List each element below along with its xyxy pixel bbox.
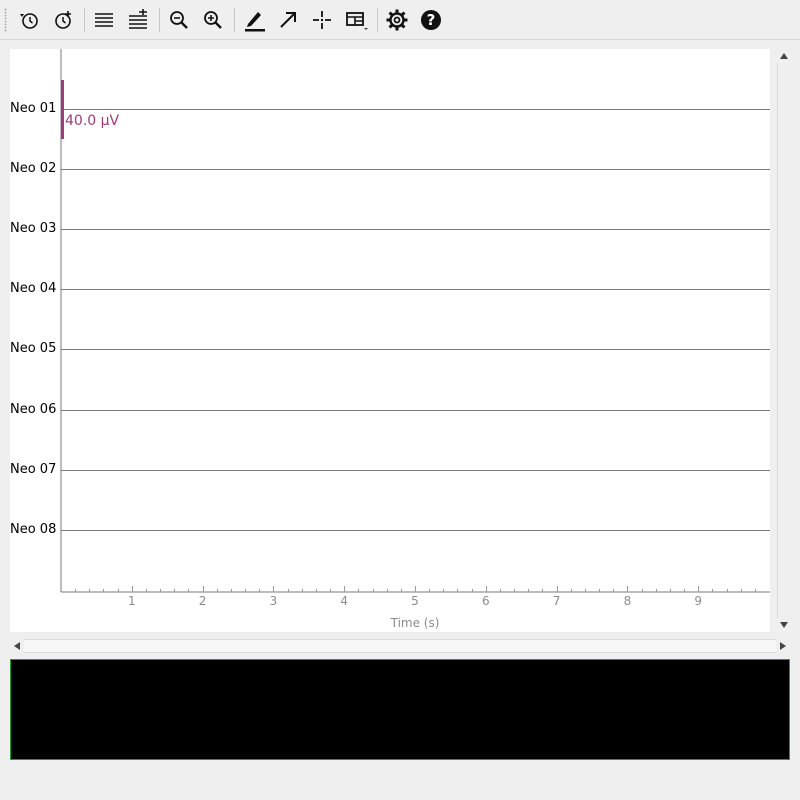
time-tick-label: 7 (552, 594, 561, 608)
channel-label[interactable]: Neo 01 (10, 101, 56, 116)
show-less-channels-icon (95, 13, 113, 27)
signal-plot[interactable]: Neo 01 Neo 02 Neo 03 Neo 04 Neo 05 Neo 06 Neo … (10, 49, 770, 632)
history-add-icon (55, 11, 71, 29)
channel-label[interactable]: Neo 08 (10, 522, 56, 537)
layout-button[interactable] (342, 6, 370, 34)
vertical-scroll-track[interactable] (777, 63, 791, 618)
zoom-in-icon (204, 11, 222, 29)
channel-label[interactable]: Neo 03 (10, 221, 56, 236)
zoom-out-icon (170, 11, 188, 29)
vertical-scrollbar[interactable] (777, 49, 791, 632)
pen-icon (245, 12, 265, 32)
toolbar: ? (0, 0, 800, 40)
zoom-out-button[interactable] (165, 6, 193, 34)
crosshair-button[interactable] (308, 6, 336, 34)
time-tick-label: 1 (127, 594, 136, 608)
svg-text:?: ? (427, 11, 436, 29)
help-button[interactable]: ? (417, 6, 445, 34)
time-axis-title: Time (s) (390, 616, 440, 630)
scroll-left-arrow-icon[interactable] (10, 639, 24, 653)
plot-canvas (60, 49, 770, 593)
arrow-button[interactable] (274, 6, 302, 34)
horizontal-scrollbar[interactable] (10, 639, 790, 653)
time-tick-label: 9 (694, 594, 703, 608)
show-more-channels-icon (129, 9, 147, 29)
layout-icon (346, 12, 368, 30)
history-back-button[interactable] (15, 6, 43, 34)
channel-label[interactable]: Neo 04 (10, 281, 56, 296)
crosshair-icon (313, 11, 331, 29)
zoom-in-button[interactable] (199, 6, 227, 34)
scale-bar-label: 40.0 µV (65, 113, 120, 129)
time-tick-label: 3 (269, 594, 278, 608)
show-less-channels-button[interactable] (90, 6, 118, 34)
scroll-up-arrow-icon[interactable] (777, 49, 791, 63)
help-icon: ? (421, 10, 441, 30)
history-add-button[interactable] (49, 6, 77, 34)
channel-label[interactable]: Neo 02 (10, 161, 56, 176)
time-tick-label: 2 (198, 594, 207, 608)
history-back-icon (20, 13, 38, 29)
channel-label[interactable]: Neo 06 (10, 402, 56, 417)
channel-label[interactable]: Neo 05 (10, 341, 56, 356)
overview-panel[interactable] (10, 659, 790, 760)
channel-label[interactable]: Neo 07 (10, 462, 56, 477)
show-more-channels-button[interactable] (124, 6, 152, 34)
arrow-icon (280, 12, 296, 28)
time-tick-label: 6 (481, 594, 490, 608)
settings-gear-icon (386, 9, 408, 31)
time-tick-label: 4 (340, 594, 349, 608)
settings-button[interactable] (383, 6, 411, 34)
pen-button[interactable] (240, 6, 268, 34)
scroll-right-arrow-icon[interactable] (776, 639, 790, 653)
time-tick-label: 5 (411, 594, 419, 608)
horizontal-scroll-track[interactable] (24, 639, 776, 653)
time-tick-label: 8 (623, 594, 632, 608)
toolbar-grip[interactable] (4, 8, 7, 32)
scroll-down-arrow-icon[interactable] (777, 618, 791, 632)
